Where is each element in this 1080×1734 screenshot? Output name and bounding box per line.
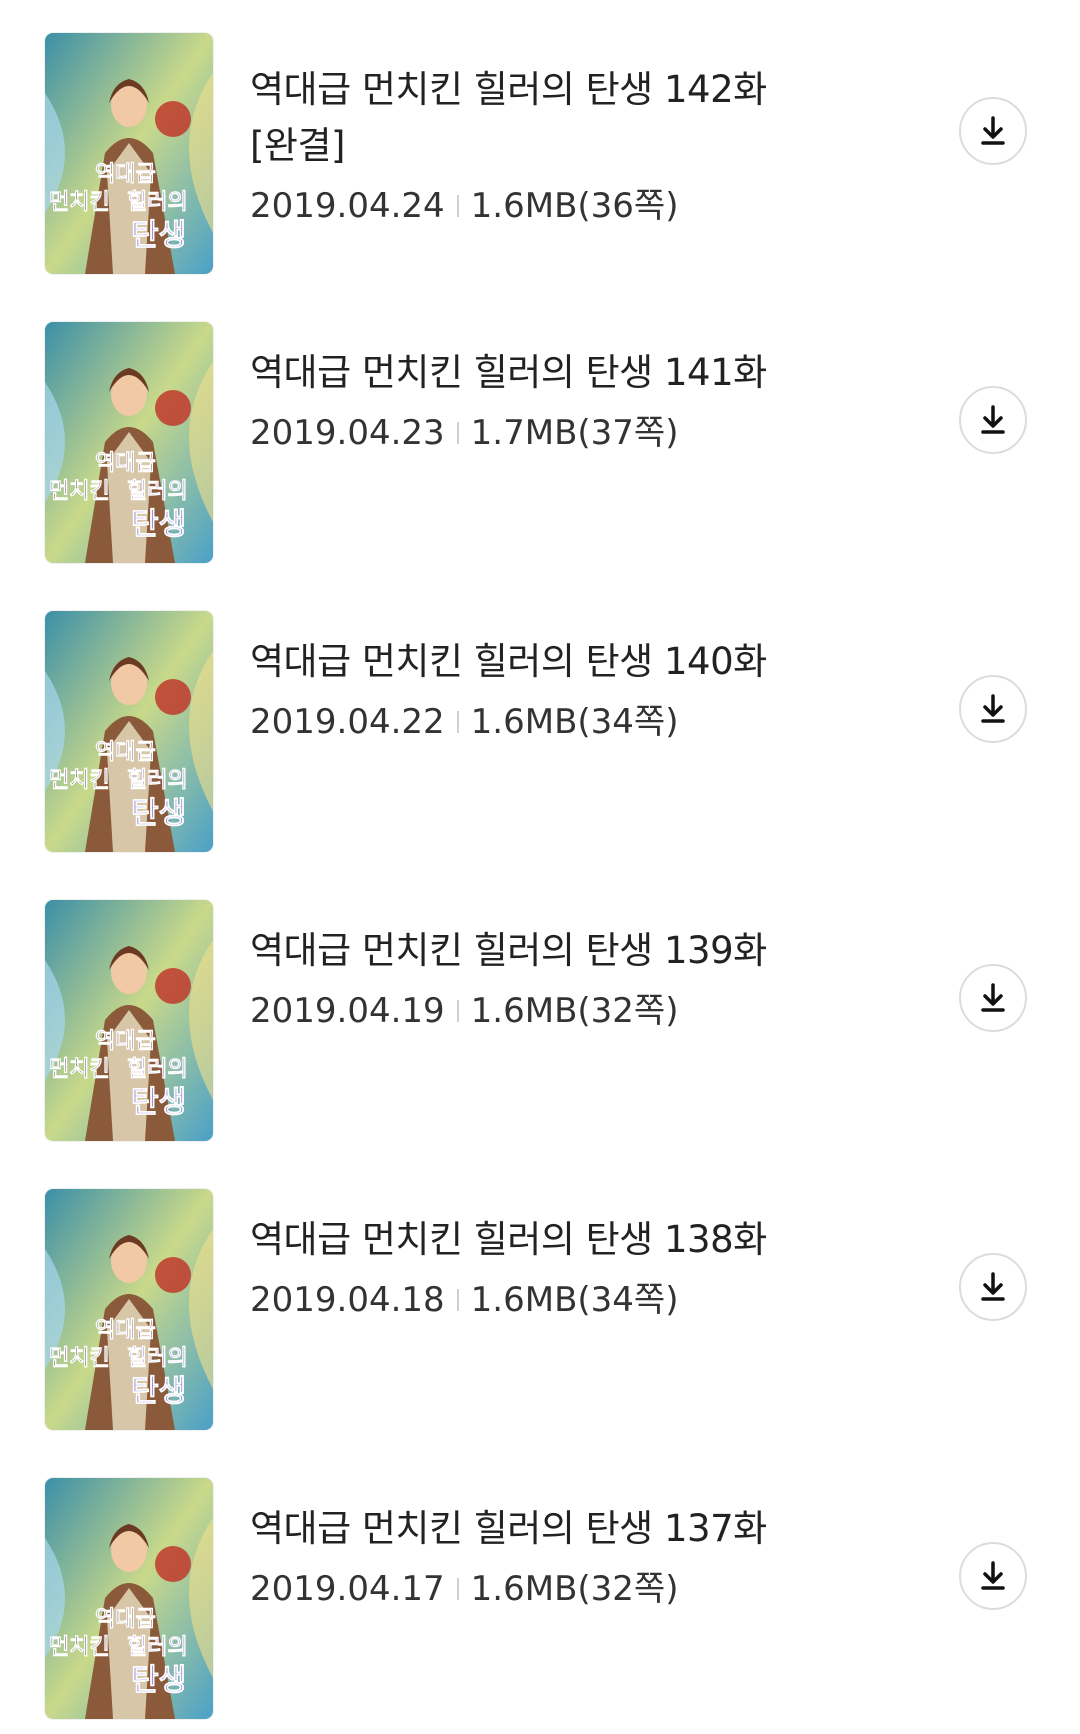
episode-title[interactable]: 역대급 먼치킨 힐러의 탄생 137화: [250, 1501, 820, 1557]
svg-text:역대급: 역대급: [95, 450, 156, 476]
episode-size: 1.7MB(37쪽): [470, 413, 679, 453]
episode-size: 1.6MB(32쪽): [470, 991, 679, 1031]
episode-meta: 2019.04.17 1.6MB(32쪽): [250, 1565, 820, 1613]
download-arrow-icon: [981, 694, 1005, 723]
cover-art: 역대급 먼치킨 힐러의 탄생: [45, 1189, 213, 1430]
download-arrow-icon: [981, 983, 1005, 1012]
svg-text:역대급: 역대급: [95, 1028, 156, 1054]
svg-text:먼치킨: 먼치킨: [49, 1056, 110, 1082]
episode-list: 역대급 먼치킨 힐러의 탄생 역대급 먼치킨 힐러의 탄생 142화 [완결] …: [0, 0, 1080, 1734]
episode-title[interactable]: 역대급 먼치킨 힐러의 탄생 141화: [250, 345, 820, 401]
episode-meta: 2019.04.22 1.6MB(34쪽): [250, 698, 820, 746]
svg-text:힐러의: 힐러의: [127, 1056, 188, 1082]
download-button[interactable]: [959, 1542, 1027, 1610]
episode-info: 역대급 먼치킨 힐러의 탄생 140화 2019.04.22 1.6MB(34쪽…: [250, 634, 820, 746]
download-arrow-icon: [981, 1561, 1005, 1590]
download-button[interactable]: [959, 675, 1027, 743]
download-arrow-icon: [981, 1272, 1005, 1301]
svg-text:역대급: 역대급: [95, 1606, 156, 1632]
episode-meta: 2019.04.19 1.6MB(32쪽): [250, 987, 820, 1035]
episode-item[interactable]: 역대급 먼치킨 힐러의 탄생 역대급 먼치킨 힐러의 탄생 138화 2019.…: [0, 1156, 1080, 1445]
download-button[interactable]: [959, 97, 1027, 165]
svg-text:먼치킨: 먼치킨: [49, 767, 110, 793]
book-cover-thumbnail[interactable]: 역대급 먼치킨 힐러의 탄생: [45, 1478, 213, 1719]
episode-title[interactable]: 역대급 먼치킨 힐러의 탄생 138화: [250, 1212, 820, 1268]
episode-size: 1.6MB(34쪽): [470, 702, 679, 742]
meta-divider: [456, 711, 459, 733]
svg-text:힐러의: 힐러의: [127, 478, 188, 504]
download-arrow-icon: [981, 405, 1005, 434]
svg-text:먼치킨: 먼치킨: [49, 478, 110, 504]
svg-text:탄생: 탄생: [131, 507, 186, 542]
episode-item[interactable]: 역대급 먼치킨 힐러의 탄생 역대급 먼치킨 힐러의 탄생 142화 [완결] …: [0, 0, 1080, 289]
episode-info: 역대급 먼치킨 힐러의 탄생 141화 2019.04.23 1.7MB(37쪽…: [250, 345, 820, 457]
episode-date: 2019.04.24: [250, 186, 445, 226]
svg-text:역대급: 역대급: [95, 161, 156, 187]
download-arrow-icon: [981, 116, 1005, 145]
episode-info: 역대급 먼치킨 힐러의 탄생 138화 2019.04.18 1.6MB(34쪽…: [250, 1212, 820, 1324]
book-cover-thumbnail[interactable]: 역대급 먼치킨 힐러의 탄생: [45, 900, 213, 1141]
svg-text:먼치킨: 먼치킨: [49, 189, 110, 215]
episode-title[interactable]: 역대급 먼치킨 힐러의 탄생 142화 [완결]: [250, 62, 820, 174]
svg-text:탄생: 탄생: [131, 218, 186, 253]
episode-title[interactable]: 역대급 먼치킨 힐러의 탄생 139화: [250, 923, 820, 979]
svg-text:힐러의: 힐러의: [127, 1345, 188, 1371]
meta-divider: [456, 195, 459, 217]
episode-date: 2019.04.19: [250, 991, 445, 1031]
episode-title[interactable]: 역대급 먼치킨 힐러의 탄생 140화: [250, 634, 820, 690]
meta-divider: [456, 1000, 459, 1022]
svg-text:힐러의: 힐러의: [127, 189, 188, 215]
download-button[interactable]: [959, 386, 1027, 454]
episode-size: 1.6MB(36쪽): [470, 186, 679, 226]
cover-art: 역대급 먼치킨 힐러의 탄생: [45, 322, 213, 563]
cover-art: 역대급 먼치킨 힐러의 탄생: [45, 900, 213, 1141]
book-cover-thumbnail[interactable]: 역대급 먼치킨 힐러의 탄생: [45, 611, 213, 852]
svg-text:먼치킨: 먼치킨: [49, 1634, 110, 1660]
episode-item[interactable]: 역대급 먼치킨 힐러의 탄생 역대급 먼치킨 힐러의 탄생 139화 2019.…: [0, 867, 1080, 1156]
episode-meta: 2019.04.18 1.6MB(34쪽): [250, 1276, 820, 1324]
svg-text:탄생: 탄생: [131, 1374, 186, 1409]
episode-meta: 2019.04.24 1.6MB(36쪽): [250, 182, 820, 230]
book-cover-thumbnail[interactable]: 역대급 먼치킨 힐러의 탄생: [45, 322, 213, 563]
svg-text:역대급: 역대급: [95, 1317, 156, 1343]
cover-art: 역대급 먼치킨 힐러의 탄생: [45, 1478, 213, 1719]
book-cover-thumbnail[interactable]: 역대급 먼치킨 힐러의 탄생: [45, 33, 213, 274]
meta-divider: [456, 1578, 459, 1600]
episode-info: 역대급 먼치킨 힐러의 탄생 142화 [완결] 2019.04.24 1.6M…: [250, 62, 820, 230]
episode-info: 역대급 먼치킨 힐러의 탄생 137화 2019.04.17 1.6MB(32쪽…: [250, 1501, 820, 1613]
episode-size: 1.6MB(34쪽): [470, 1280, 679, 1320]
episode-size: 1.6MB(32쪽): [470, 1569, 679, 1609]
episode-date: 2019.04.22: [250, 702, 445, 742]
episode-item[interactable]: 역대급 먼치킨 힐러의 탄생 역대급 먼치킨 힐러의 탄생 141화 2019.…: [0, 289, 1080, 578]
download-button[interactable]: [959, 964, 1027, 1032]
episode-item[interactable]: 역대급 먼치킨 힐러의 탄생 역대급 먼치킨 힐러의 탄생 140화 2019.…: [0, 578, 1080, 867]
svg-text:먼치킨: 먼치킨: [49, 1345, 110, 1371]
episode-date: 2019.04.17: [250, 1569, 445, 1609]
book-cover-thumbnail[interactable]: 역대급 먼치킨 힐러의 탄생: [45, 1189, 213, 1430]
svg-text:탄생: 탄생: [131, 796, 186, 831]
episode-info: 역대급 먼치킨 힐러의 탄생 139화 2019.04.19 1.6MB(32쪽…: [250, 923, 820, 1035]
episode-meta: 2019.04.23 1.7MB(37쪽): [250, 409, 820, 457]
cover-art: 역대급 먼치킨 힐러의 탄생: [45, 33, 213, 274]
meta-divider: [456, 1289, 459, 1311]
svg-text:역대급: 역대급: [95, 739, 156, 765]
svg-text:힐러의: 힐러의: [127, 1634, 188, 1660]
episode-date: 2019.04.18: [250, 1280, 445, 1320]
episode-item[interactable]: 역대급 먼치킨 힐러의 탄생 역대급 먼치킨 힐러의 탄생 137화 2019.…: [0, 1445, 1080, 1734]
meta-divider: [456, 422, 459, 444]
svg-text:탄생: 탄생: [131, 1085, 186, 1120]
svg-text:힐러의: 힐러의: [127, 767, 188, 793]
svg-text:탄생: 탄생: [131, 1663, 186, 1698]
download-button[interactable]: [959, 1253, 1027, 1321]
episode-date: 2019.04.23: [250, 413, 445, 453]
cover-art: 역대급 먼치킨 힐러의 탄생: [45, 611, 213, 852]
